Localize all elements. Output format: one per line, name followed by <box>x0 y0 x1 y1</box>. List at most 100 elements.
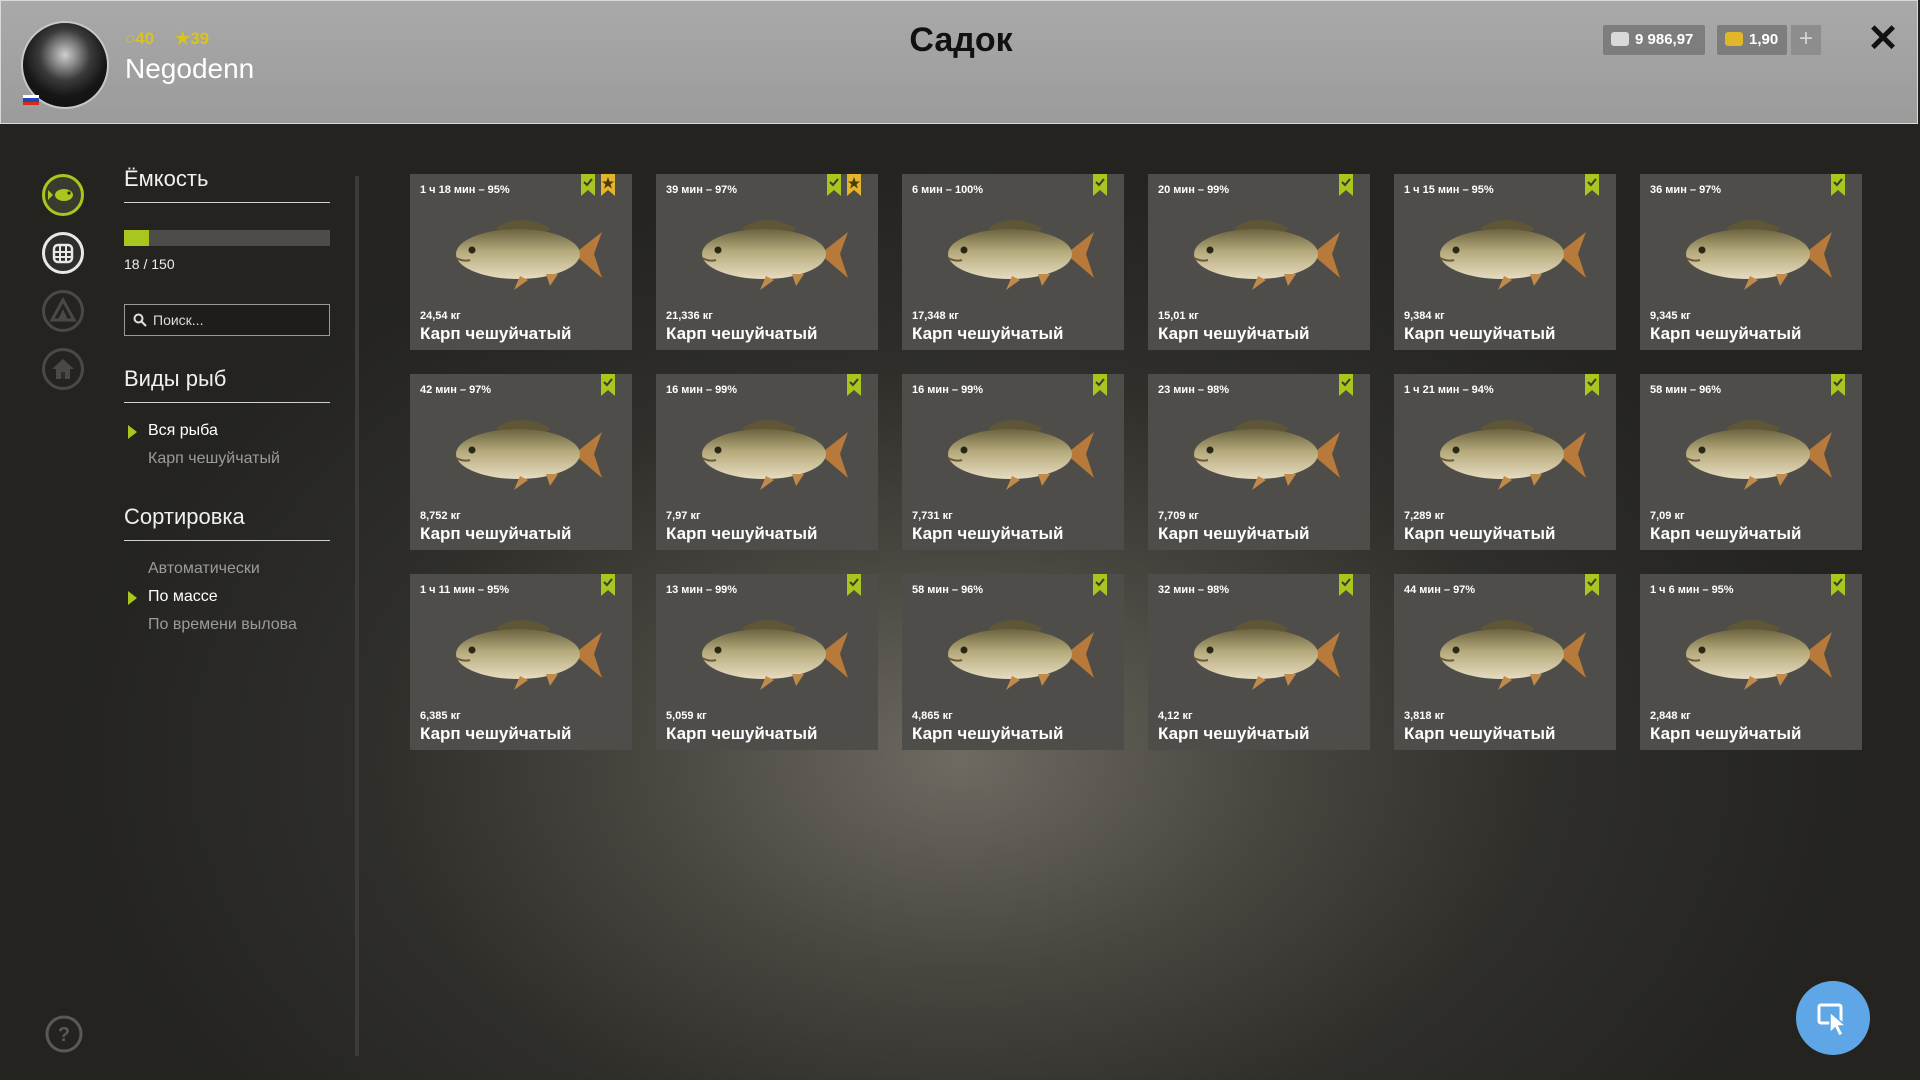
species-option-carp[interactable]: Карп чешуйчатый <box>148 450 280 468</box>
fish-name: Карп чешуйчатый <box>420 324 572 343</box>
bookmark-icon[interactable] <box>1830 374 1846 396</box>
carp-fish-icon <box>455 620 602 690</box>
buy-currency-button[interactable]: + <box>1791 25 1821 55</box>
catch-time: 23 мин – 98% <box>1158 384 1230 396</box>
catch-time: 39 мин – 97% <box>666 184 738 196</box>
bookmark-icon[interactable] <box>1584 574 1600 596</box>
fish-name: Карп чешуйчатый <box>1404 324 1556 343</box>
gold-balance: 1,90 <box>1717 25 1787 55</box>
bookmark-icon[interactable] <box>846 374 862 396</box>
carp-fish-icon <box>947 620 1094 690</box>
bookmark-icon[interactable] <box>1830 174 1846 196</box>
species-option-all[interactable]: Вся рыба <box>128 422 218 440</box>
capacity-bar <box>124 230 330 246</box>
sort-option-catch-time[interactable]: По времени вылова <box>148 616 297 634</box>
search-placeholder: Поиск... <box>153 312 204 328</box>
bookmark-icon[interactable] <box>1584 174 1600 196</box>
bookmark-icon[interactable] <box>580 174 596 196</box>
species-heading: Виды рыб <box>124 366 330 403</box>
catch-time: 1 ч 21 мин – 94% <box>1404 384 1494 396</box>
fish-name: Карп чешуйчатый <box>912 324 1064 343</box>
sort-option-label: По времени вылова <box>148 616 297 633</box>
catch-time: 42 мин – 97% <box>420 384 492 396</box>
fish-weight: 4,865 кг <box>912 710 953 722</box>
capacity-heading: Ёмкость <box>124 166 330 203</box>
carp-fish-icon <box>701 620 848 690</box>
fish-card[interactable]: 16 мин – 99% 7,731 кг Карп чешуйчатый <box>902 374 1124 550</box>
fish-card[interactable]: 16 мин – 99% 7,97 кг Карп чешуйчатый <box>656 374 878 550</box>
fish-card[interactable]: 1 ч 18 мин – 95% 24,54 кг Карп чешуйчаты… <box>410 174 632 350</box>
silver-coins-icon <box>1611 32 1629 46</box>
selected-marker-icon <box>128 425 137 439</box>
filter-panel: Ёмкость 18 / 150 Поиск... Виды рыб Вся р… <box>124 166 330 633</box>
carp-fish-icon <box>1193 620 1340 690</box>
fish-name: Карп чешуйчатый <box>666 324 818 343</box>
fish-weight: 15,01 кг <box>1158 310 1199 322</box>
sort-option-label: По массе <box>148 588 218 605</box>
fish-card[interactable]: 58 мин – 96% 4,865 кг Карп чешуйчатый <box>902 574 1124 750</box>
silver-amount: 9 986,97 <box>1635 31 1694 48</box>
fish-card[interactable]: 1 ч 21 мин – 94% 7,289 кг Карп чешуйчаты… <box>1394 374 1616 550</box>
bookmark-icon[interactable] <box>846 574 862 596</box>
bookmark-icon[interactable] <box>1584 374 1600 396</box>
fish-icon[interactable] <box>42 174 84 216</box>
selected-marker-icon <box>128 591 137 605</box>
fish-card[interactable]: 32 мин – 98% 4,12 кг Карп чешуйчатый <box>1148 574 1370 750</box>
fish-weight: 7,09 кг <box>1650 510 1685 522</box>
panel-divider <box>355 176 359 1056</box>
fish-card[interactable]: 1 ч 15 мин – 95% 9,384 кг Карп чешуйчаты… <box>1394 174 1616 350</box>
sort-option-weight[interactable]: По массе <box>128 588 218 606</box>
catch-time: 1 ч 6 мин – 95% <box>1650 584 1734 596</box>
russia-flag-icon <box>23 95 39 105</box>
silver-balance: 9 986,97 <box>1603 25 1705 55</box>
bookmark-icon[interactable] <box>1338 574 1354 596</box>
fish-card[interactable]: 36 мин – 97% 9,345 кг Карп чешуйчатый <box>1640 174 1862 350</box>
fish-name: Карп чешуйчатый <box>912 524 1064 543</box>
fish-name: Карп чешуйчатый <box>1158 324 1310 343</box>
fish-card[interactable]: 20 мин – 99% 15,01 кг Карп чешуйчатый <box>1148 174 1370 350</box>
fish-card[interactable]: 39 мин – 97% 21,336 кг Карп чешуйчатый <box>656 174 878 350</box>
carp-fish-icon <box>947 220 1094 290</box>
fish-card[interactable]: 6 мин – 100% 17,348 кг Карп чешуйчатый <box>902 174 1124 350</box>
camp-icon[interactable] <box>42 290 84 332</box>
bookmark-icon[interactable] <box>826 174 842 196</box>
catch-time: 6 мин – 100% <box>912 184 984 196</box>
sort-option-auto[interactable]: Автоматически <box>148 560 260 578</box>
fish-card[interactable]: 58 мин – 96% 7,09 кг Карп чешуйчатый <box>1640 374 1862 550</box>
bookmark-icon[interactable] <box>1092 374 1108 396</box>
close-button[interactable]: ✕ <box>1863 19 1903 59</box>
keepnet-icon[interactable] <box>42 232 84 274</box>
fish-card[interactable]: 44 мин – 97% 3,818 кг Карп чешуйчатый <box>1394 574 1616 750</box>
fish-weight: 7,289 кг <box>1404 510 1445 522</box>
fish-card[interactable]: 1 ч 11 мин – 95% 6,385 кг Карп чешуйчаты… <box>410 574 632 750</box>
capacity-text: 18 / 150 <box>124 256 175 272</box>
help-icon[interactable]: ? <box>44 1014 84 1054</box>
carp-fish-icon <box>701 220 848 290</box>
bookmark-icon[interactable] <box>1338 174 1354 196</box>
bookmark-icon[interactable] <box>1338 374 1354 396</box>
bookmark-icon[interactable] <box>1092 574 1108 596</box>
carp-fish-icon <box>1685 420 1832 490</box>
bookmark-icon[interactable] <box>1830 574 1846 596</box>
fish-card[interactable]: 13 мин – 99% 5,059 кг Карп чешуйчатый <box>656 574 878 750</box>
sort-option-label: Автоматически <box>148 560 260 577</box>
home-icon[interactable] <box>42 348 84 390</box>
fish-card[interactable]: 1 ч 6 мин – 95% 2,848 кг Карп чешуйчатый <box>1640 574 1862 750</box>
bookmark-icon[interactable] <box>1092 174 1108 196</box>
fish-card[interactable]: 42 мин – 97% 8,752 кг Карп чешуйчатый <box>410 374 632 550</box>
carp-fish-icon <box>1439 420 1586 490</box>
trophy-star-icon <box>847 174 861 196</box>
fish-name: Карп чешуйчатый <box>1158 724 1310 743</box>
search-input[interactable]: Поиск... <box>124 304 330 336</box>
carp-fish-icon <box>1685 220 1832 290</box>
bookmark-icon[interactable] <box>600 574 616 596</box>
cursor-mode-button[interactable] <box>1796 981 1870 1055</box>
catch-time: 16 мин – 99% <box>912 384 984 396</box>
fish-weight: 24,54 кг <box>420 310 461 322</box>
fish-card[interactable]: 23 мин – 98% 7,709 кг Карп чешуйчатый <box>1148 374 1370 550</box>
carp-fish-icon <box>1439 220 1586 290</box>
catch-time: 13 мин – 99% <box>666 584 738 596</box>
carp-fish-icon <box>1439 620 1586 690</box>
fish-weight: 7,97 кг <box>666 510 701 522</box>
bookmark-icon[interactable] <box>600 374 616 396</box>
